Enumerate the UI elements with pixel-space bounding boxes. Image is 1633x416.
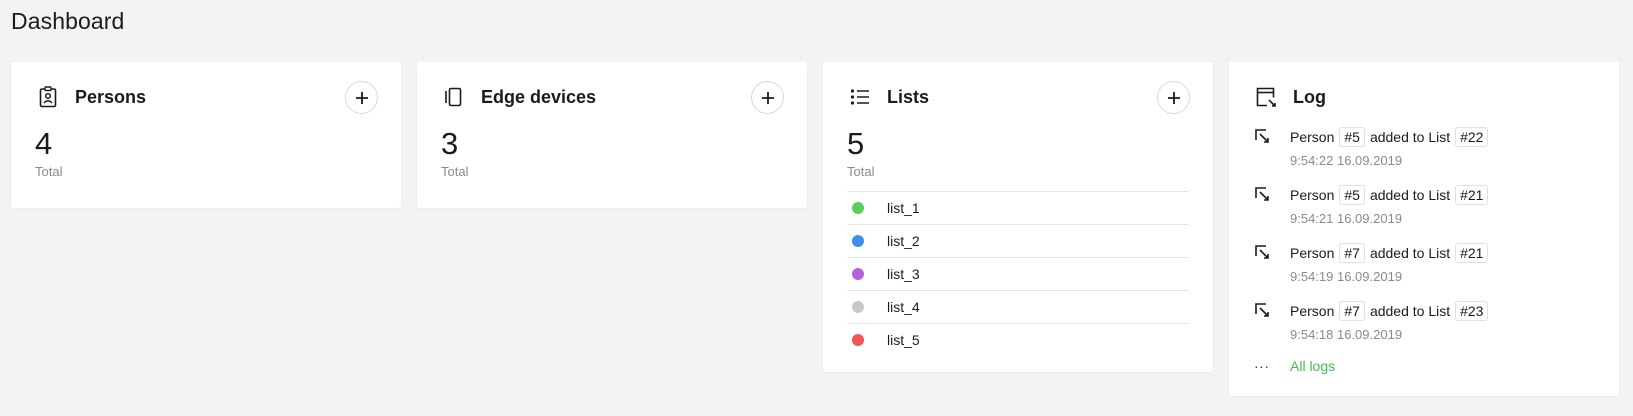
- log-target-id-tag[interactable]: #21: [1455, 243, 1489, 263]
- log-icon: [1254, 85, 1278, 109]
- persons-card-header: Persons: [36, 80, 378, 114]
- log-subject-id-tag[interactable]: #7: [1339, 243, 1365, 263]
- log-target-id-tag[interactable]: #23: [1455, 301, 1489, 321]
- log-entry: Person #7 added to List #21 9:54:19 16.0…: [1254, 242, 1594, 300]
- add-edge-device-button[interactable]: [751, 81, 784, 114]
- log-subject: Person: [1290, 303, 1335, 319]
- list-color-dot: [852, 268, 864, 280]
- log-entries: Person #5 added to List #22 9:54:22 16.0…: [1254, 126, 1594, 358]
- log-timestamp: 9:54:22 16.09.2019: [1290, 153, 1403, 168]
- lists-card-header: Lists: [848, 80, 1190, 114]
- log-timestamp: 9:54:18 16.09.2019: [1290, 327, 1403, 342]
- list-color-dot: [852, 301, 864, 313]
- all-logs-link[interactable]: All logs: [1290, 358, 1335, 374]
- log-action: added to List: [1369, 303, 1451, 319]
- plus-icon: [1167, 91, 1180, 104]
- persons-total-label: Total: [35, 164, 63, 179]
- log-entry-text: Person #7 added to List #21: [1290, 242, 1493, 264]
- lists-total-label: Total: [847, 164, 875, 179]
- persons-total-value: 4: [35, 126, 53, 161]
- log-timestamp: 9:54:19 16.09.2019: [1290, 269, 1403, 284]
- log-subject: Person: [1290, 129, 1335, 145]
- log-entry: Person #5 added to List #22 9:54:22 16.0…: [1254, 126, 1594, 184]
- lists-total-value: 5: [847, 126, 865, 161]
- log-entry: Person #7 added to List #23 9:54:18 16.0…: [1254, 300, 1594, 358]
- edge-devices-card: Edge devices 3 Total: [417, 62, 807, 208]
- log-entry: Person #5 added to List #21 9:54:21 16.0…: [1254, 184, 1594, 242]
- log-action: added to List: [1369, 129, 1451, 145]
- list-item[interactable]: list_4: [847, 290, 1189, 323]
- list-color-dot: [852, 334, 864, 346]
- log-subject-id-tag[interactable]: #5: [1339, 127, 1365, 147]
- page-title: Dashboard: [11, 8, 125, 34]
- cursor-arrow-icon: [1254, 186, 1272, 204]
- log-timestamp: 9:54:21 16.09.2019: [1290, 211, 1403, 226]
- person-badge-icon: [36, 85, 60, 109]
- log-card: Log Person #5 added to List #22 9:54:22 …: [1229, 62, 1619, 396]
- list-color-dot: [852, 202, 864, 214]
- plus-icon: [761, 91, 774, 104]
- ellipsis-icon: ···: [1254, 358, 1270, 374]
- lists-card: Lists 5 Total list_1 list_2 list_3 list_…: [823, 62, 1213, 372]
- log-card-title: Log: [1293, 86, 1326, 107]
- add-person-button[interactable]: [345, 81, 378, 114]
- log-entry-text: Person #7 added to List #23: [1290, 300, 1493, 322]
- edge-devices-total-value: 3: [441, 126, 459, 161]
- add-list-button[interactable]: [1157, 81, 1190, 114]
- list-item[interactable]: list_5: [847, 323, 1189, 356]
- list-icon: [848, 85, 872, 109]
- list-item[interactable]: list_1: [847, 191, 1189, 224]
- edge-devices-total-label: Total: [441, 164, 469, 179]
- log-card-header: Log: [1254, 80, 1594, 114]
- lists-card-title: Lists: [887, 86, 930, 107]
- edge-device-icon: [442, 85, 466, 109]
- edge-devices-card-title: Edge devices: [481, 86, 597, 107]
- edge-devices-card-header: Edge devices: [442, 80, 784, 114]
- log-target-id-tag[interactable]: #22: [1455, 127, 1489, 147]
- all-logs-row: ··· All logs: [1254, 356, 1335, 376]
- list-item-name: list_1: [887, 200, 920, 216]
- log-subject-id-tag[interactable]: #5: [1339, 185, 1365, 205]
- list-item[interactable]: list_3: [847, 257, 1189, 290]
- cursor-arrow-icon: [1254, 128, 1272, 146]
- list-item-name: list_3: [887, 266, 920, 282]
- persons-card: Persons 4 Total: [11, 62, 401, 208]
- cursor-arrow-icon: [1254, 244, 1272, 262]
- lists-list: list_1 list_2 list_3 list_4 list_5: [847, 191, 1189, 356]
- cursor-arrow-icon: [1254, 302, 1272, 320]
- dashboard-page: Dashboard Persons 4 Total Edge devices 3…: [0, 0, 1633, 416]
- log-target-id-tag[interactable]: #21: [1455, 185, 1489, 205]
- persons-card-title: Persons: [75, 86, 147, 107]
- log-subject-id-tag[interactable]: #7: [1339, 301, 1365, 321]
- list-item-name: list_5: [887, 332, 920, 348]
- log-entry-text: Person #5 added to List #21: [1290, 184, 1493, 206]
- log-subject: Person: [1290, 245, 1335, 261]
- log-action: added to List: [1369, 187, 1451, 203]
- log-entry-text: Person #5 added to List #22: [1290, 126, 1493, 148]
- list-color-dot: [852, 235, 864, 247]
- list-item[interactable]: list_2: [847, 224, 1189, 257]
- log-action: added to List: [1369, 245, 1451, 261]
- list-item-name: list_2: [887, 233, 920, 249]
- list-item-name: list_4: [887, 299, 920, 315]
- plus-icon: [355, 91, 368, 104]
- log-subject: Person: [1290, 187, 1335, 203]
